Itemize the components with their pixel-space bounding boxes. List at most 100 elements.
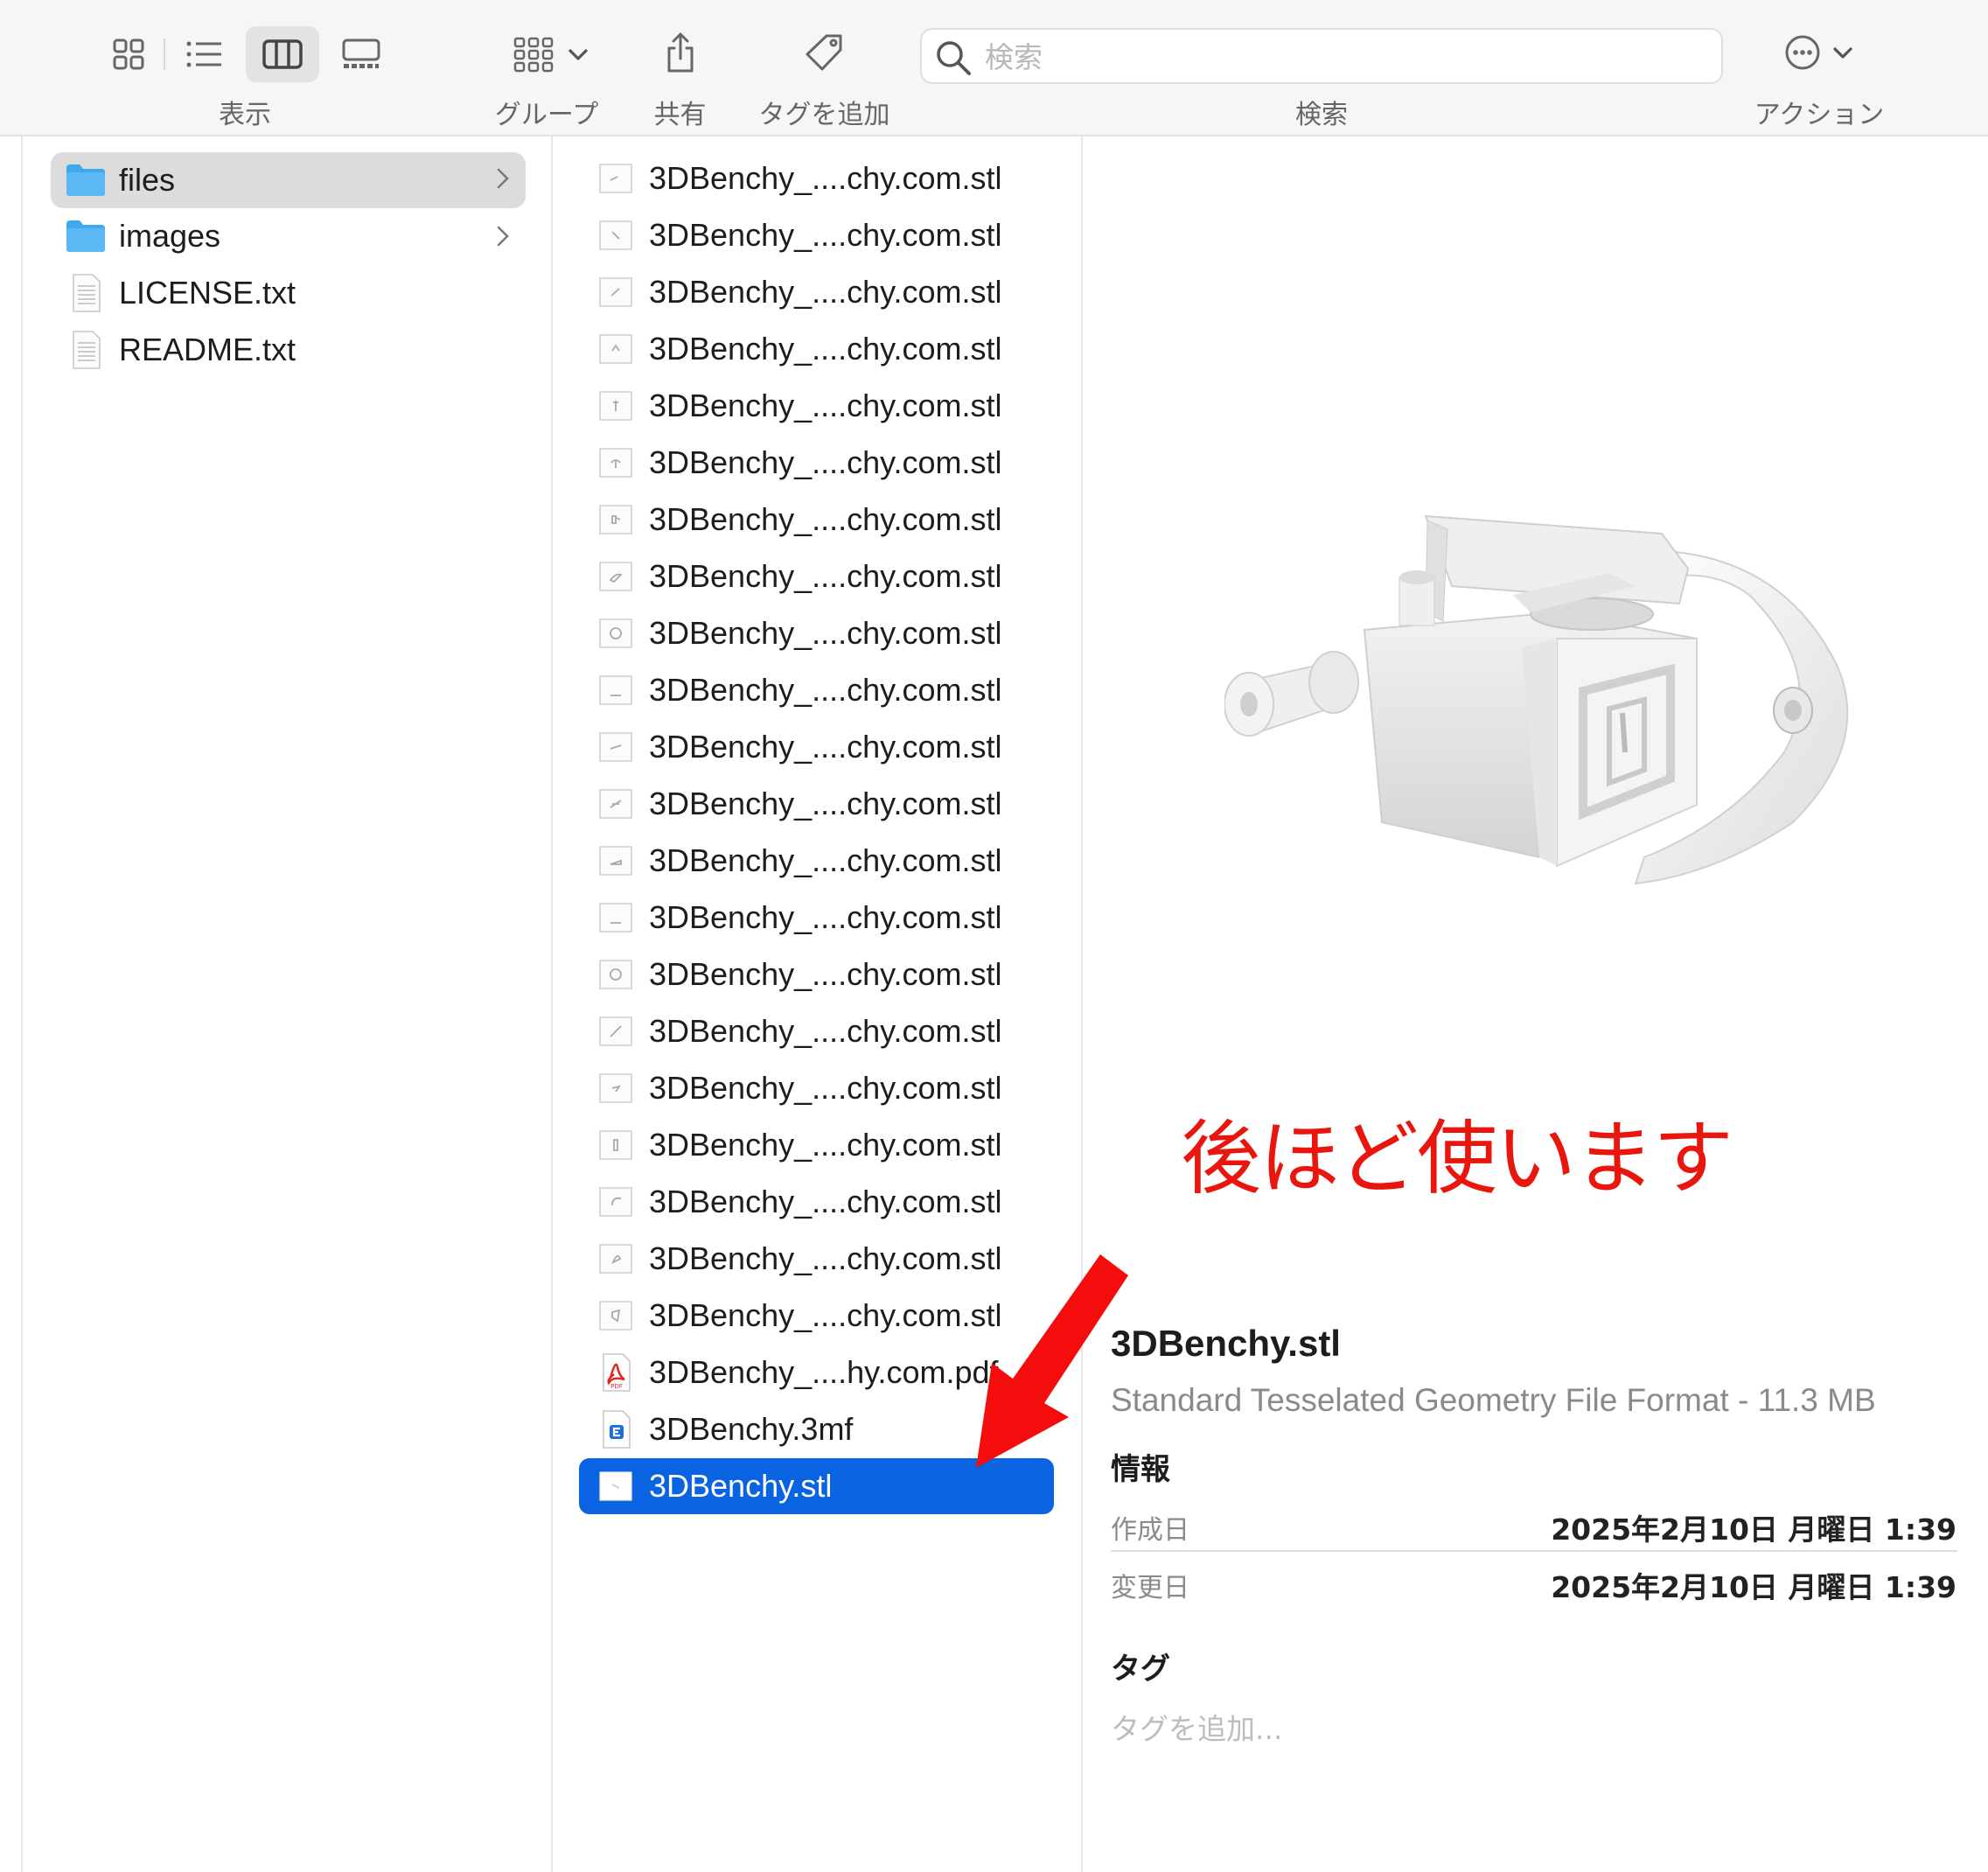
segment-divider <box>164 38 165 70</box>
file-item[interactable]: 3DBenchy_....chy.com.stl <box>579 721 1054 773</box>
file-name: LICENSE.txt <box>119 275 296 311</box>
annotation-text: 後ほど使います <box>1181 1112 1733 1205</box>
add-tag-button[interactable]: タグを追加 <box>752 0 896 136</box>
icon-view-button[interactable] <box>92 26 165 82</box>
modified-value: 2025年2月10日 月曜日 1:39 <box>1551 1570 1957 1604</box>
chevron-right-icon <box>497 168 509 189</box>
modified-label: 変更日 <box>1111 1573 1189 1603</box>
file-item[interactable]: 3DBenchy_....chy.com.stl <box>579 1062 1054 1114</box>
stl-document-icon <box>599 1130 632 1160</box>
gallery-view-button[interactable] <box>324 26 398 82</box>
chevron-down-icon <box>1833 47 1852 59</box>
columns-icon <box>262 39 303 69</box>
file-item[interactable]: 3DBenchy_....chy.com.stl <box>579 948 1054 1001</box>
folder-icon <box>66 220 105 252</box>
chevron-down-icon <box>568 49 588 60</box>
file-item[interactable]: 3DBenchy_....chy.com.stl <box>579 437 1054 489</box>
file-item[interactable]: 3DBenchy_....chy.com.stl <box>579 209 1054 262</box>
view-group: 表示 <box>92 0 398 136</box>
file-item[interactable]: 3DBenchy_....chy.com.stl <box>579 550 1054 603</box>
file-item[interactable]: 3DBenchy_....chy.com.stl <box>579 891 1054 944</box>
stl-document-icon <box>599 1016 632 1046</box>
file-name: 3DBenchy.stl <box>649 1468 833 1504</box>
add-tag-field[interactable]: タグを追加... <box>1111 1706 1282 1748</box>
file-name: 3DBenchy_....chy.com.stl <box>649 1240 1002 1276</box>
stl-document-icon <box>599 1471 632 1501</box>
stl-document-icon <box>599 1244 632 1274</box>
stl-document-icon <box>599 1073 632 1103</box>
share-button[interactable]: 共有 <box>634 0 726 136</box>
file-item[interactable]: 3DBenchy_....chy.com.stl <box>579 778 1054 830</box>
file-name: 3DBenchy_....chy.com.stl <box>649 1127 1002 1163</box>
file-name: 3DBenchy_....chy.com.stl <box>649 501 1002 537</box>
pdf-document-icon: PDF <box>603 1353 631 1392</box>
file-item[interactable]: 3DBenchy_....chy.com.stl <box>579 664 1054 716</box>
search-field[interactable] <box>920 28 1723 84</box>
file-item[interactable]: 3DBenchy_....chy.com.stl <box>579 266 1054 318</box>
chevron-right-icon <box>497 226 509 247</box>
file-name: 3DBenchy_....chy.com.stl <box>649 1013 1002 1049</box>
text-document-icon <box>73 331 101 369</box>
view-segmented-control <box>92 26 398 82</box>
share-icon <box>667 32 693 73</box>
add-tag-label: タグを追加 <box>758 101 890 129</box>
column-divider[interactable] <box>551 136 553 1872</box>
folder-item-images[interactable]: images <box>51 210 526 262</box>
tag-icon <box>806 34 841 71</box>
file-name: 3DBenchy_....chy.com.stl <box>649 1184 1002 1219</box>
stl-document-icon <box>599 675 632 705</box>
file-item[interactable]: 3DBenchy_....chy.com.stl <box>579 493 1054 546</box>
file-name: 3DBenchy_....chy.com.stl <box>649 217 1002 253</box>
file-item-license[interactable]: LICENSE.txt <box>51 267 526 319</box>
column-view-button[interactable] <box>246 26 319 82</box>
stl-document-icon <box>599 164 632 193</box>
file-item[interactable]: 3DBenchy_....chy.com.stl <box>579 1176 1054 1228</box>
list-icon <box>186 41 221 67</box>
folder-icon <box>66 164 105 196</box>
file-item[interactable]: 3DBenchy_....chy.com.stl <box>579 835 1054 887</box>
stl-document-icon <box>599 391 632 421</box>
search-icon <box>937 41 971 75</box>
file-item[interactable]: 3DBenchy_....chy.com.stl <box>579 380 1054 432</box>
file-name: 3DBenchy_....chy.com.stl <box>649 615 1002 651</box>
stl-document-icon <box>599 618 632 648</box>
info-section-title: 情報 <box>1111 1452 1170 1487</box>
file-item[interactable]: 3DBenchy_....chy.com.stl <box>579 1119 1054 1171</box>
info-divider <box>1111 1550 1957 1552</box>
file-item[interactable]: 3DBenchy_....chy.com.stl <box>579 323 1054 375</box>
file-item[interactable]: 3DBenchy_....chy.com.stl <box>579 607 1054 660</box>
search-input[interactable] <box>985 37 1702 77</box>
file-item[interactable]: 3DBenchy_....chy.com.stl <box>579 1005 1054 1058</box>
3mf-document-icon <box>603 1410 631 1449</box>
stl-document-icon <box>599 960 632 989</box>
stl-document-icon <box>599 1187 632 1217</box>
stl-document-icon <box>599 562 632 591</box>
file-name: 3DBenchy_....chy.com.stl <box>649 558 1002 594</box>
folder-name: files <box>119 162 176 198</box>
window-left-edge <box>21 136 23 1872</box>
grid-icon <box>113 38 144 70</box>
column-divider[interactable] <box>1081 136 1083 1872</box>
preview-file-name: 3DBenchy.stl <box>1111 1323 1341 1364</box>
view-label: 表示 <box>219 101 271 129</box>
folder-name: images <box>119 218 221 254</box>
file-item-readme[interactable]: README.txt <box>51 324 526 376</box>
folder-item-files[interactable]: files <box>51 152 526 208</box>
file-name: README.txt <box>119 332 296 367</box>
stl-document-icon <box>599 846 632 876</box>
file-name: 3DBenchy_....chy.com.stl <box>649 444 1002 480</box>
action-label: アクション <box>1754 101 1885 129</box>
file-name: 3DBenchy_....chy.com.stl <box>649 672 1002 708</box>
preview-file-kind: Standard Tesselated Geometry File Format… <box>1111 1382 1876 1418</box>
file-item[interactable]: 3DBenchy_....chy.com.stl <box>579 152 1054 205</box>
list-view-button[interactable] <box>167 26 241 82</box>
tags-section-title: タグ <box>1111 1652 1170 1687</box>
model-thumbnail <box>1224 514 1849 885</box>
toolbar: 表示 グループ 共有 タグを追加 検索 アクション <box>0 0 1988 136</box>
created-value: 2025年2月10日 月曜日 1:39 <box>1551 1512 1957 1547</box>
group-control[interactable]: グループ <box>485 0 608 136</box>
gallery-icon <box>342 38 380 68</box>
svg-text:PDF: PDF <box>610 1383 623 1390</box>
file-name: 3DBenchy_....chy.com.stl <box>649 786 1002 821</box>
action-menu-button[interactable]: アクション <box>1749 0 1889 136</box>
